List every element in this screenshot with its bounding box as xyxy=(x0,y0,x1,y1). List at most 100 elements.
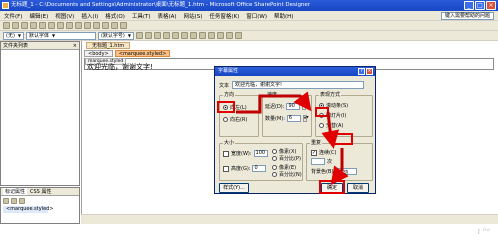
radio-alternate[interactable] xyxy=(319,123,324,128)
radio-height-pixels[interactable] xyxy=(272,165,277,170)
menu-window[interactable]: 窗口(W) xyxy=(246,12,267,20)
bullets-icon[interactable] xyxy=(198,32,206,39)
bgcolor-row: 背景色(B): 自动 xyxy=(311,168,358,176)
marquee-properties-dialog: 字幕属性 ? × 文本 欢迎光临，谢谢文字! 方向 向左(L) 向右(R) 速度… xyxy=(214,66,376,194)
close-button[interactable]: × xyxy=(486,1,496,10)
style-select[interactable]: (无) ▼ xyxy=(3,31,24,40)
numbering-icon[interactable] xyxy=(189,32,197,39)
delay-input[interactable]: 90 xyxy=(286,103,301,110)
undo-icon[interactable] xyxy=(84,22,91,29)
align-left-icon[interactable] xyxy=(162,32,170,39)
menu-task-panes[interactable]: 任务窗格(K) xyxy=(209,12,239,20)
menu-edit[interactable]: 编辑(E) xyxy=(29,12,48,20)
new-icon[interactable] xyxy=(3,22,10,29)
sort-icon[interactable] xyxy=(11,198,17,204)
cancel-button[interactable]: 取消 xyxy=(347,183,369,193)
width-percent-option[interactable]: 百分比(P) xyxy=(272,155,301,162)
amount-input[interactable]: 6 xyxy=(286,115,301,122)
crumb-marquee[interactable]: <marquee.styled> xyxy=(114,50,171,57)
italic-icon[interactable] xyxy=(144,32,152,39)
highlight-box-ok xyxy=(319,180,345,194)
hyperlink-icon[interactable] xyxy=(102,22,109,29)
menu-tools[interactable]: 工具(T) xyxy=(132,12,151,20)
font-size-select[interactable]: (默认字号) ▼ xyxy=(97,31,134,40)
align-center-icon[interactable] xyxy=(171,32,179,39)
open-icon[interactable] xyxy=(12,22,19,29)
width-input[interactable]: 100 xyxy=(253,150,268,157)
amount-spinner[interactable]: ▲▼ xyxy=(302,115,309,122)
delay-spinner[interactable]: ▲▼ xyxy=(302,103,308,110)
save-icon[interactable] xyxy=(21,22,28,29)
dialog-close-icon[interactable]: × xyxy=(366,68,373,75)
indent-icon[interactable] xyxy=(207,32,215,39)
direction-right-option[interactable]: 向右(R) xyxy=(223,116,247,123)
copy-icon[interactable] xyxy=(66,22,73,29)
menu-site[interactable]: 网站(S) xyxy=(184,12,203,20)
menu-file[interactable]: 文件(F) xyxy=(4,12,22,20)
menu-insert[interactable]: 插入(I) xyxy=(81,12,98,20)
picture-icon[interactable] xyxy=(120,22,127,29)
help-search-input[interactable]: 键入需要帮助的问题 xyxy=(440,11,494,20)
app-icon xyxy=(2,2,9,9)
times-input[interactable] xyxy=(311,158,325,165)
tab-css-properties[interactable]: CSS 属性 xyxy=(30,188,51,195)
paste-icon[interactable] xyxy=(75,22,82,29)
behavior-alternate-option[interactable]: 交替(A) xyxy=(319,122,343,129)
spell-icon[interactable] xyxy=(48,22,55,29)
quick-tag-selector: <body> <marquee.styled> xyxy=(84,50,171,57)
help-icon[interactable]: ? xyxy=(358,68,365,75)
watermark: ı ᵇᵃ xyxy=(477,227,490,237)
marquee-text-input[interactable]: 欢迎光临，谢谢文字! xyxy=(232,81,365,89)
times-label: 次 xyxy=(327,159,333,165)
radio-width-pixels[interactable] xyxy=(272,149,277,154)
width-row: 宽度(W): 100 xyxy=(223,150,268,157)
border-icon[interactable] xyxy=(216,32,224,39)
height-input[interactable]: 0 xyxy=(252,165,267,172)
continuous-checkbox[interactable]: ✓ xyxy=(311,149,317,156)
highlight-box-behavior xyxy=(315,107,329,117)
height-pixels-option[interactable]: 像素(E) xyxy=(272,164,296,171)
title-bar: 无标题_1 - C:\Documents and Settings\Admini… xyxy=(0,0,498,11)
show-set-icon[interactable] xyxy=(19,198,25,204)
panel-tabs: 标记属性 CSS 属性 xyxy=(1,188,79,196)
menu-view[interactable]: 视图(V) xyxy=(55,12,74,20)
maximize-button[interactable]: □ xyxy=(475,1,485,10)
height-checkbox[interactable] xyxy=(223,165,229,172)
print-icon[interactable] xyxy=(30,22,37,29)
minimize-button[interactable]: _ xyxy=(464,1,474,10)
width-checkbox[interactable] xyxy=(223,150,229,157)
table-icon[interactable] xyxy=(111,22,118,29)
preview-icon[interactable] xyxy=(39,22,46,29)
category-icon[interactable] xyxy=(3,198,9,204)
font-color-icon[interactable] xyxy=(234,32,242,39)
menu-format[interactable]: 格式(O) xyxy=(105,12,125,20)
highlight-icon[interactable] xyxy=(225,32,233,39)
radio-height-percent[interactable] xyxy=(272,172,277,177)
style-button[interactable]: 样式(Y)... xyxy=(219,183,249,193)
font-select[interactable]: 默认字体 ▼ xyxy=(25,31,96,40)
underline-icon[interactable] xyxy=(153,32,161,39)
document-tab[interactable]: 无标题_1.htm xyxy=(86,42,131,49)
highlight-box-continuous xyxy=(333,133,353,145)
panel-toolbar xyxy=(1,196,79,206)
marquee-text[interactable]: 欢迎光临，谢谢文字! xyxy=(87,63,153,71)
chevron-down-icon: ▼ xyxy=(17,32,21,38)
size-group: 大小 宽度(W): 100 像素(X) 百分比(P) 高度(G): 0 像素(E… xyxy=(219,140,303,181)
crumb-body[interactable]: <body> xyxy=(84,50,113,57)
bold-icon[interactable] xyxy=(135,32,143,39)
tab-tag-properties[interactable]: 标记属性 xyxy=(3,188,28,195)
align-right-icon[interactable] xyxy=(180,32,188,39)
close-icon[interactable]: × xyxy=(73,42,77,50)
menu-table[interactable]: 表格(A) xyxy=(158,12,177,20)
radio-width-percent[interactable] xyxy=(272,156,277,161)
panel-selected-tag[interactable]: <marquee.styled> xyxy=(3,206,54,213)
status-bar xyxy=(81,214,498,224)
bgcolor-select[interactable]: 自动 xyxy=(337,168,358,176)
repeat-continuous-option[interactable]: ✓ 连续(C) xyxy=(311,149,336,156)
width-pixels-option[interactable]: 像素(X) xyxy=(272,148,296,155)
height-percent-option[interactable]: 百分比(N) xyxy=(272,171,302,178)
redo-icon[interactable] xyxy=(93,22,100,29)
cut-icon[interactable] xyxy=(57,22,64,29)
radio-dir-right[interactable] xyxy=(223,117,228,122)
menu-help[interactable]: 帮助(H) xyxy=(274,12,293,20)
